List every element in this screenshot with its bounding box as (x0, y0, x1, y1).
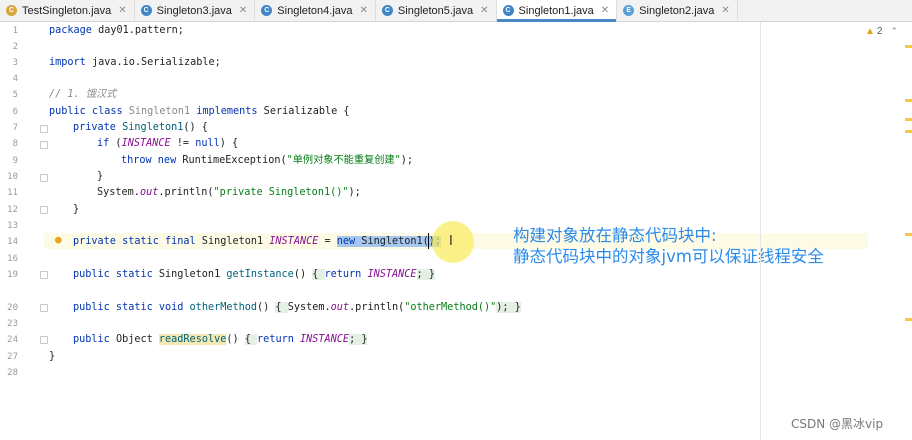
code-line: } (73, 204, 80, 215)
code-line: } (97, 171, 104, 182)
ibeam-cursor-icon: I (449, 234, 453, 249)
code-line: import java.io.Serializable; (49, 57, 221, 68)
scrollbar-warning-mark[interactable] (905, 99, 912, 102)
tab-label: Singleton2.java (639, 4, 715, 17)
code-line: throw new RuntimeException("单例对象不能重复创建")… (121, 155, 414, 166)
cursor-highlight (432, 221, 474, 263)
class-icon: C (381, 5, 393, 16)
tab-label: Singleton5.java (397, 4, 474, 17)
line-number: 6 (12, 107, 18, 117)
line-number: 24 (7, 335, 18, 345)
line-number: 11 (7, 188, 18, 198)
line-number: 5 (12, 90, 18, 100)
tab-label: Singleton1.java (518, 4, 594, 17)
close-icon[interactable]: ✕ (480, 5, 488, 16)
inspection-widget[interactable]: ▲ 2 ⌃ (865, 26, 898, 37)
class-icon: C (140, 5, 152, 16)
code-line: public static void otherMethod() { Syste… (73, 302, 521, 313)
line-number: 10 (7, 172, 18, 182)
line-number: 27 (7, 352, 18, 362)
tab-label: Singleton4.java (277, 4, 353, 17)
line-number: 14 (7, 237, 18, 247)
warning-icon: ▲ (865, 26, 875, 37)
code-line: package day01.pattern; (49, 25, 184, 36)
close-icon[interactable]: ✕ (360, 5, 368, 16)
line-number-gutter[interactable]: 1 2 3 4 5 6 7 8 9 10 11 12 13 14 16 19 2… (0, 22, 44, 440)
tab-label: Singleton3.java (156, 4, 232, 17)
close-icon[interactable]: ✕ (239, 5, 247, 16)
tab-singleton2[interactable]: E Singleton2.java ✕ (617, 0, 738, 21)
line-number: 13 (7, 221, 18, 231)
annotation-line-2: 静态代码块中的对象jvm可以保证线程安全 (513, 247, 824, 266)
tab-testsingleton[interactable]: C TestSingleton.java ✕ (0, 0, 135, 21)
line-number: 1 (12, 26, 18, 36)
right-margin-guide (760, 22, 761, 440)
line-number: 2 (12, 42, 18, 52)
tab-singleton3[interactable]: C Singleton3.java ✕ (135, 0, 256, 21)
scrollbar-warning-mark[interactable] (905, 318, 912, 321)
code-line: // 1. 饿汉式 (49, 89, 117, 100)
code-line: public class Singleton1 implements Seria… (49, 106, 350, 117)
class-icon: C (261, 5, 273, 16)
test-class-icon: C (6, 5, 17, 16)
warning-count: 2 (876, 26, 883, 37)
close-icon[interactable]: ✕ (118, 5, 126, 16)
scrollbar-warning-mark[interactable] (905, 118, 912, 121)
line-number: 8 (12, 139, 18, 149)
tab-singleton5[interactable]: C Singleton5.java ✕ (376, 0, 497, 21)
close-icon[interactable]: ✕ (601, 5, 609, 16)
tab-label: TestSingleton.java (22, 4, 112, 17)
code-line: public static Singleton1 getInstance() {… (73, 269, 435, 280)
selected-text[interactable]: new Singleton1(); (336, 236, 442, 247)
text-caret (428, 233, 429, 249)
code-line: if (INSTANCE != null) { (97, 138, 239, 149)
line-number: 16 (7, 254, 18, 264)
line-number: 28 (7, 368, 18, 378)
code-line: public Object readResolve() { return INS… (73, 334, 368, 345)
enum-icon: E (623, 5, 635, 16)
code-line: } (49, 351, 56, 362)
code-line: private Singleton1() { (73, 122, 208, 133)
line-number: 20 (7, 303, 18, 313)
close-icon[interactable]: ✕ (721, 5, 729, 16)
annotation-line-1: 构建对象放在静态代码块中: (513, 226, 717, 245)
line-number: 3 (12, 58, 18, 68)
watermark: CSDN @黑冰vip (791, 417, 884, 431)
code-line: private static final Singleton1 INSTANCE… (73, 236, 442, 247)
line-number: 19 (7, 270, 18, 280)
tab-singleton4[interactable]: C Singleton4.java ✕ (255, 0, 376, 21)
line-number: 7 (12, 123, 18, 133)
chevron-up-icon[interactable]: ⌃ (890, 26, 898, 37)
class-icon: C (502, 5, 514, 16)
line-number: 23 (7, 319, 18, 329)
scrollbar-warning-mark[interactable] (905, 130, 912, 133)
tab-singleton1[interactable]: C Singleton1.java ✕ (496, 0, 618, 22)
editor-tab-bar: C TestSingleton.java ✕ C Singleton3.java… (0, 0, 912, 22)
scrollbar-warning-mark[interactable] (905, 45, 912, 48)
line-number: 4 (12, 74, 18, 84)
scrollbar-warning-mark[interactable] (905, 233, 912, 236)
line-number: 12 (7, 205, 18, 215)
code-line: System.out.println("private Singleton1()… (97, 187, 361, 198)
line-number: 9 (12, 156, 18, 166)
